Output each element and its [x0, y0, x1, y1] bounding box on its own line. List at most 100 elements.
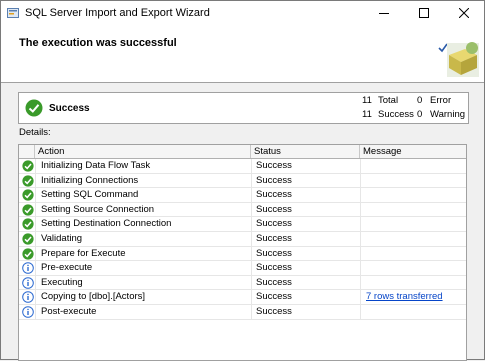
close-icon: [459, 8, 469, 18]
status-cell: Success: [256, 276, 292, 288]
column-divider: [251, 159, 252, 174]
table-row[interactable]: Setting Destination Connection Success: [19, 217, 466, 232]
message-cell: [366, 276, 464, 290]
message-cell: [366, 261, 464, 275]
column-divider: [360, 275, 361, 291]
success-check-icon: [22, 218, 34, 230]
status-cell: Success: [256, 306, 292, 317]
table-row[interactable]: Prepare for Execute Success: [19, 246, 466, 262]
total-label: Total: [378, 95, 399, 106]
warning-count: 0: [417, 109, 423, 120]
status-cell: Success: [256, 189, 292, 201]
message-cell: [366, 188, 464, 202]
page-title: The execution was successful: [19, 37, 177, 49]
column-divider: [35, 290, 36, 305]
success-check-icon: [25, 99, 43, 117]
column-divider: [360, 159, 361, 174]
status-cell: Success: [256, 262, 292, 274]
table-row[interactable]: Post-execute Success: [19, 305, 466, 320]
success-label: Success: [378, 109, 414, 120]
column-divider: [35, 202, 36, 218]
action-cell: Initializing Data Flow Task: [41, 160, 151, 171]
message-link[interactable]: 7 rows transferred: [366, 290, 464, 304]
wizard-window: SQL Server Import and Export Wizard The …: [0, 0, 485, 361]
error-count: 0: [417, 95, 423, 106]
action-cell: Setting SQL Command: [41, 189, 139, 201]
action-cell: Validating: [41, 233, 83, 244]
table-row[interactable]: Validating Success: [19, 232, 466, 247]
details-grid[interactable]: Action Status Message Initializing Data …: [18, 144, 467, 361]
wizard-header: The execution was successful: [1, 25, 484, 83]
close-button[interactable]: [444, 1, 484, 25]
column-divider: [251, 275, 252, 291]
message-cell: [366, 247, 464, 261]
column-divider: [35, 217, 36, 232]
action-cell: Setting Source Connection: [41, 203, 155, 215]
table-row[interactable]: Executing Success: [19, 275, 466, 291]
table-row[interactable]: Initializing Connections Success: [19, 173, 466, 189]
action-cell: Copying to [dbo].[Actors]: [41, 291, 146, 303]
header-icon-column[interactable]: [19, 145, 35, 158]
minimize-button[interactable]: [364, 1, 404, 25]
column-divider: [35, 232, 36, 247]
column-divider: [360, 261, 361, 276]
column-divider: [251, 261, 252, 276]
column-divider: [360, 173, 361, 189]
action-cell: Setting Destination Connection: [41, 218, 172, 230]
column-divider: [35, 275, 36, 291]
action-cell: Initializing Connections: [41, 174, 139, 186]
info-icon: [22, 262, 34, 274]
maximize-icon: [419, 8, 429, 18]
column-header-message[interactable]: Message: [360, 145, 466, 158]
status-cell: Success: [256, 218, 292, 230]
title-bar[interactable]: SQL Server Import and Export Wizard: [1, 1, 484, 25]
table-row[interactable]: Setting SQL Command Success: [19, 188, 466, 203]
message-cell: [366, 174, 464, 188]
action-cell: Prepare for Execute: [41, 247, 126, 259]
column-header-status[interactable]: Status: [251, 145, 360, 158]
error-label: Error: [430, 95, 452, 106]
column-divider: [360, 188, 361, 203]
table-row[interactable]: Pre-execute Success: [19, 261, 466, 276]
message-cell: [366, 232, 464, 246]
column-divider: [35, 246, 36, 262]
info-icon: [22, 291, 34, 304]
column-divider: [35, 173, 36, 189]
action-cell: Executing: [41, 276, 83, 288]
execution-summary: Success 11 Total 0 Error 11 Success 0 Wa…: [18, 92, 469, 124]
table-row[interactable]: Copying to [dbo].[Actors] Success 7 rows t…: [19, 290, 466, 305]
action-cell: Post-execute: [41, 306, 97, 317]
maximize-button[interactable]: [404, 1, 444, 25]
success-check-icon: [22, 160, 34, 172]
info-icon: [22, 306, 34, 318]
column-divider: [251, 246, 252, 262]
column-divider: [251, 232, 252, 247]
column-divider: [251, 202, 252, 218]
status-cell: Success: [256, 233, 292, 244]
message-cell: [366, 217, 464, 231]
column-divider: [251, 173, 252, 189]
status-cell: Success: [256, 291, 292, 303]
column-divider: [35, 188, 36, 203]
column-divider: [251, 217, 252, 232]
status-cell: Success: [256, 174, 292, 186]
success-check-icon: [22, 174, 34, 187]
summary-status: Success: [49, 103, 90, 114]
details-label: Details:: [19, 127, 51, 138]
column-divider: [360, 232, 361, 247]
info-icon: [22, 276, 34, 289]
success-count: 11: [362, 109, 372, 120]
table-row[interactable]: Setting Source Connection Success: [19, 202, 466, 218]
app-icon: [7, 8, 19, 18]
wizard-banner-icon: [438, 42, 479, 77]
status-cell: Success: [256, 203, 292, 215]
column-divider: [360, 246, 361, 262]
column-header-action[interactable]: Action: [35, 145, 251, 158]
column-divider: [360, 202, 361, 218]
message-cell: [366, 203, 464, 217]
table-row[interactable]: Initializing Data Flow Task Success: [19, 159, 466, 174]
total-count: 11: [362, 95, 372, 106]
column-divider: [251, 188, 252, 203]
column-divider: [360, 217, 361, 232]
action-cell: Pre-execute: [41, 262, 93, 274]
